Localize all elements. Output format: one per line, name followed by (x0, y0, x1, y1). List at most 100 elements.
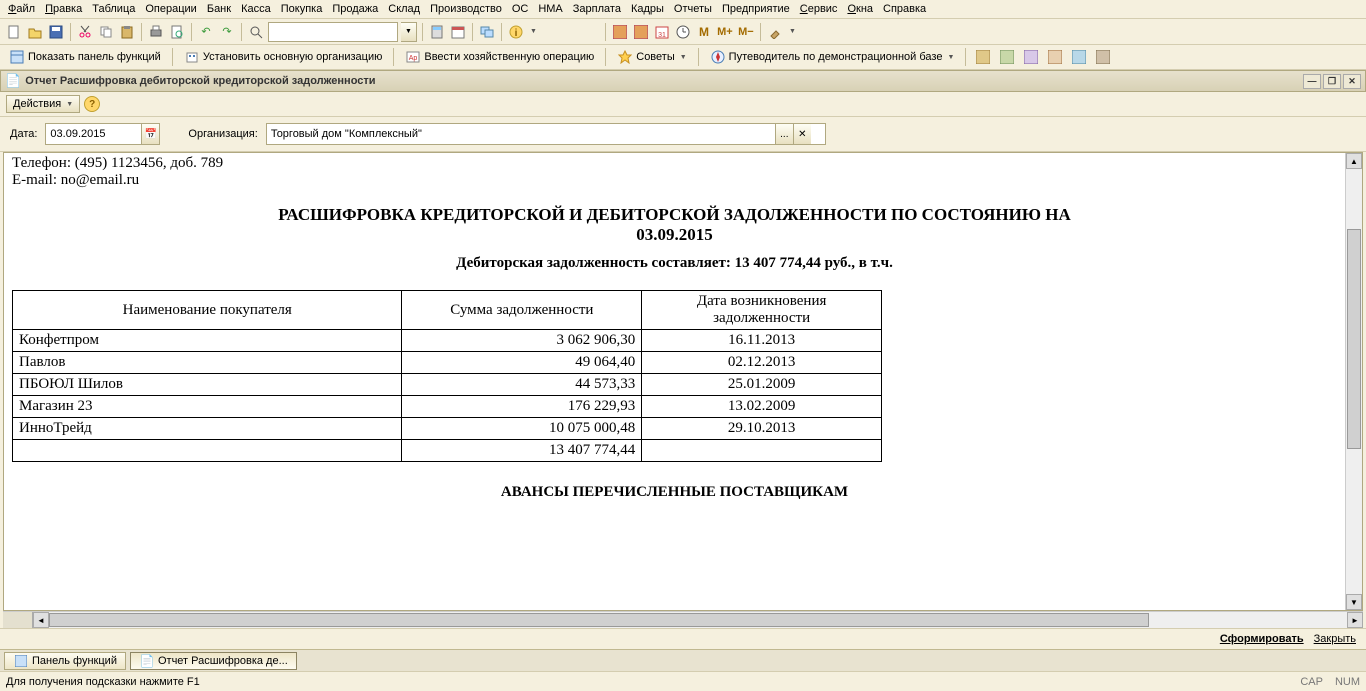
tips-button[interactable]: Советы ▼ (614, 47, 689, 67)
menu-purchase[interactable]: Покупка (281, 3, 323, 15)
menu-reports[interactable]: Отчеты (674, 3, 712, 15)
enter-op-label: Ввести хозяйственную операцию (424, 51, 594, 63)
ext3-icon[interactable] (1022, 48, 1040, 66)
svg-text:Ар: Ар (409, 55, 418, 62)
scroll-up-icon[interactable]: ▲ (1346, 153, 1362, 169)
org-input[interactable] (267, 126, 775, 142)
menu-table[interactable]: Таблица (92, 3, 135, 15)
close-button[interactable]: ✕ (1343, 74, 1361, 89)
save-icon[interactable] (47, 23, 65, 41)
task-report[interactable]: 📄 Отчет Расшифровка де... (130, 652, 297, 670)
menu-kassa[interactable]: Касса (241, 3, 271, 15)
m-minus-icon[interactable]: M− (737, 23, 755, 41)
run-report-button[interactable]: Сформировать (1220, 633, 1304, 645)
task-report-label: Отчет Расшифровка де... (158, 655, 288, 667)
redo-icon[interactable]: ↷ (218, 23, 236, 41)
ext6-icon[interactable] (1094, 48, 1112, 66)
restore-button[interactable]: ❐ (1323, 74, 1341, 89)
footer-bar: Сформировать Закрыть (0, 628, 1366, 649)
m-bold-icon[interactable]: M (695, 23, 713, 41)
guide-button[interactable]: Путеводитель по демонстрационной базе ▼ (707, 47, 958, 67)
grid1-icon[interactable] (611, 23, 629, 41)
org-select-button[interactable]: ... (775, 124, 793, 144)
task-panel-func-label: Панель функций (32, 655, 117, 667)
menu-help[interactable]: Справка (883, 3, 926, 15)
menu-windows[interactable]: Окна (847, 3, 873, 15)
menu-os[interactable]: ОС (512, 3, 529, 15)
report-heading-line1: РАСШИФРОВКА КРЕДИТОРСКОЙ И ДЕБИТОРСКОЙ З… (278, 205, 1071, 224)
hscroll-track[interactable] (49, 612, 1347, 628)
org-field[interactable]: ... ✕ (266, 123, 826, 145)
menu-edit[interactable]: Правка (45, 3, 82, 15)
menu-sale[interactable]: Продажа (332, 3, 378, 15)
menu-bank[interactable]: Банк (207, 3, 231, 15)
menu-stock[interactable]: Склад (388, 3, 420, 15)
scroll-track[interactable] (1346, 169, 1362, 594)
svg-text:i: i (515, 28, 518, 39)
set-org-button[interactable]: Установить основную организацию (181, 47, 386, 67)
dropdown-icon[interactable]: ▼ (530, 28, 537, 35)
search-input[interactable] (268, 22, 398, 42)
menu-salary[interactable]: Зарплата (573, 3, 621, 15)
table-row: Павлов 49 064,40 02.12.2013 (13, 352, 882, 374)
menu-nma[interactable]: НМА (538, 3, 562, 15)
ext2-icon[interactable] (998, 48, 1016, 66)
separator (501, 23, 502, 41)
ext1-icon[interactable] (974, 48, 992, 66)
date-input[interactable] (46, 126, 141, 142)
tool-icon[interactable] (766, 23, 784, 41)
calendar-icon[interactable] (449, 23, 467, 41)
separator (70, 23, 71, 41)
hscroll-thumb[interactable] (49, 613, 1149, 627)
scroll-down-icon[interactable]: ▼ (1346, 594, 1362, 610)
date-field[interactable]: 📅 (45, 123, 160, 145)
org-clear-button[interactable]: ✕ (793, 124, 811, 144)
menu-operations[interactable]: Операции (145, 3, 196, 15)
menu-service[interactable]: Сервис (800, 3, 838, 15)
horizontal-scrollbar[interactable]: ◄ ► (3, 611, 1363, 628)
grid2-icon[interactable] (632, 23, 650, 41)
print-icon[interactable] (147, 23, 165, 41)
actions-button[interactable]: Действия ▼ (6, 95, 80, 113)
menu-file[interactable]: Файл (8, 3, 35, 15)
help-icon[interactable]: ? (84, 96, 100, 112)
search-dropdown-icon[interactable]: ▼ (401, 22, 417, 42)
scroll-thumb[interactable] (1347, 229, 1361, 449)
scroll-right-icon[interactable]: ► (1347, 612, 1363, 628)
table-row: ПБОЮЛ Шилов 44 573,33 25.01.2009 (13, 374, 882, 396)
dropdown-icon: ▼ (947, 54, 954, 61)
info-icon[interactable]: i (507, 23, 525, 41)
ext4-icon[interactable] (1046, 48, 1064, 66)
copy-icon[interactable] (97, 23, 115, 41)
sheet-tab[interactable] (3, 612, 33, 628)
close-report-button[interactable]: Закрыть (1314, 633, 1356, 645)
windows-icon[interactable] (478, 23, 496, 41)
minimize-button[interactable]: — (1303, 74, 1321, 89)
main-toolbar: ↶ ↷ ▼ i ▼ 31 M M+ M− ▼ (0, 19, 1366, 45)
m-plus-icon[interactable]: M+ (716, 23, 734, 41)
calc-icon[interactable] (428, 23, 446, 41)
show-panel-button[interactable]: Показать панель функций (6, 47, 164, 67)
ext5-icon[interactable] (1070, 48, 1088, 66)
new-icon[interactable] (5, 23, 23, 41)
org-icon (184, 49, 200, 65)
separator (605, 48, 606, 66)
preview-icon[interactable] (168, 23, 186, 41)
menu-enterprise[interactable]: Предприятие (722, 3, 790, 15)
cut-icon[interactable] (76, 23, 94, 41)
menu-hr[interactable]: Кадры (631, 3, 664, 15)
clock-icon[interactable] (674, 23, 692, 41)
search-icon[interactable] (247, 23, 265, 41)
task-panel-func[interactable]: Панель функций (4, 652, 126, 670)
scroll-left-icon[interactable]: ◄ (33, 612, 49, 628)
undo-icon[interactable]: ↶ (197, 23, 215, 41)
separator (965, 48, 966, 66)
menu-production[interactable]: Производство (430, 3, 502, 15)
paste-icon[interactable] (118, 23, 136, 41)
dropdown-icon[interactable]: ▼ (789, 28, 796, 35)
enter-op-button[interactable]: Ар Ввести хозяйственную операцию (402, 47, 597, 67)
cal31-icon[interactable]: 31 (653, 23, 671, 41)
open-icon[interactable] (26, 23, 44, 41)
vertical-scrollbar[interactable]: ▲ ▼ (1345, 153, 1362, 610)
date-picker-icon[interactable]: 📅 (141, 124, 159, 144)
